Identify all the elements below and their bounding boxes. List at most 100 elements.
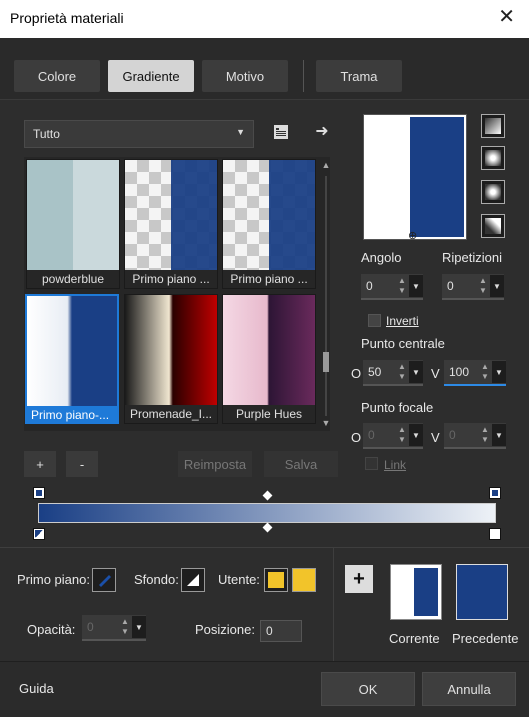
center-point-label: Punto centrale	[361, 336, 445, 351]
current-swatch[interactable]	[390, 564, 442, 620]
gallery-item-primo-piano-1[interactable]: Primo piano ...	[124, 159, 218, 289]
gallery-item-purple-hues[interactable]: Purple Hues	[222, 294, 316, 424]
chevron-down-icon: ▼	[236, 127, 245, 137]
position-value[interactable]: 0	[261, 624, 301, 638]
gallery-item-label: Primo piano ...	[230, 272, 308, 286]
chevron-down-icon[interactable]: ▼	[409, 424, 423, 446]
repeat-value: 0	[447, 279, 454, 293]
gallery-item-label: Primo piano-...	[27, 406, 117, 424]
previous-label: Precedente	[452, 631, 519, 646]
focal-point-label: Punto focale	[361, 400, 434, 415]
background-swatch[interactable]	[181, 568, 205, 592]
repeat-spinner[interactable]: 0 ▲ ▼ ▼	[442, 274, 504, 300]
spin-arrows-icon[interactable]: ▲ ▼	[478, 362, 492, 382]
position-input[interactable]: 0	[260, 620, 302, 642]
repeat-label: Ripetizioni	[442, 250, 502, 265]
focal-v-spinner[interactable]: 0 ▲ ▼ ▼	[444, 423, 506, 449]
save-button[interactable]: Salva	[264, 451, 338, 477]
chevron-down-icon[interactable]: ▼	[490, 275, 504, 297]
tab-trama[interactable]: Trama	[316, 60, 402, 92]
bottom-stop-marker-right[interactable]	[489, 528, 501, 540]
angle-spinner[interactable]: 0 ▲ ▼ ▼	[361, 274, 423, 300]
add-gradient-button[interactable]: +	[24, 451, 56, 477]
gallery-menu-icon[interactable]	[272, 124, 290, 142]
chevron-down-icon[interactable]: ▼	[409, 361, 423, 383]
arrow-right-icon[interactable]: ➜	[312, 121, 332, 141]
window-title: Proprietà materiali	[10, 10, 124, 26]
ok-button[interactable]: OK	[321, 672, 415, 706]
spin-arrows-icon[interactable]: ▲ ▼	[478, 425, 492, 445]
gradient-thumbnail	[223, 295, 315, 405]
previous-swatch[interactable]	[456, 564, 508, 620]
spin-arrows-icon[interactable]: ▲ ▼	[395, 425, 409, 445]
bottom-stop-marker-left[interactable]	[33, 528, 45, 540]
spin-arrows-icon[interactable]: ▲ ▼	[395, 362, 409, 382]
scroll-down-icon[interactable]: ▼	[320, 418, 332, 428]
category-dropdown[interactable]: Tutto ▼	[24, 120, 254, 148]
user-swatch-2[interactable]	[292, 568, 316, 592]
cancel-button[interactable]: Annulla	[422, 672, 516, 706]
gallery-item-powderblue[interactable]: powderblue	[26, 159, 120, 289]
focal-o-spinner[interactable]: 0 ▲ ▼ ▼	[363, 423, 423, 449]
tab-colore[interactable]: Colore	[14, 60, 100, 92]
gallery-item-label: Primo piano ...	[132, 272, 210, 286]
current-label: Corrente	[389, 631, 440, 646]
spin-arrows-icon[interactable]: ▲ ▼	[395, 276, 409, 296]
gradient-preview-fill	[366, 117, 464, 237]
center-o-label: O	[351, 366, 362, 381]
invert-label: Inverti	[386, 314, 419, 328]
center-v-value[interactable]: 100	[444, 365, 478, 379]
focal-o-label: O	[351, 430, 362, 445]
add-swatch-button[interactable]: +	[345, 565, 373, 593]
center-v-spinner[interactable]: 100 ▲ ▼ ▼	[444, 360, 506, 386]
link-checkbox[interactable]	[365, 457, 378, 470]
gallery-item-primo-piano-2[interactable]: Primo piano ...	[222, 159, 316, 289]
chevron-down-icon[interactable]: ▼	[409, 275, 423, 297]
angle-value: 0	[366, 279, 373, 293]
user-swatch-1[interactable]	[264, 568, 288, 592]
scroll-up-icon[interactable]: ▲	[320, 160, 332, 170]
gradient-thumbnail	[125, 160, 217, 270]
background-label: Sfondo:	[134, 572, 179, 587]
sunburst-style-icon[interactable]	[481, 214, 505, 238]
scroll-thumb[interactable]	[323, 352, 329, 372]
close-icon[interactable]: ✕	[498, 7, 515, 27]
gallery-item-label: Purple Hues	[235, 407, 303, 421]
top-stop-marker-right[interactable]	[489, 487, 501, 499]
opacity-spinner[interactable]: 0 ▲ ▼ ▼	[82, 615, 146, 641]
tab-motivo[interactable]: Motivo	[202, 60, 288, 92]
chevron-down-icon[interactable]: ▼	[492, 361, 506, 383]
crosshair-icon: ⊕	[408, 230, 418, 242]
position-label: Posizione:	[195, 622, 255, 637]
rectangular-style-icon[interactable]	[481, 146, 505, 170]
angle-label: Angolo	[361, 250, 402, 265]
focal-v-label: V	[431, 430, 440, 445]
foreground-swatch[interactable]	[92, 568, 116, 592]
gallery-item-label: powderblue	[41, 272, 105, 286]
current-swatch-fill	[394, 568, 438, 616]
reset-button[interactable]: Reimposta	[178, 451, 252, 477]
invert-checkbox[interactable]	[368, 314, 381, 327]
gallery-item-promenade[interactable]: Promenade_I...	[124, 294, 218, 424]
tab-divider	[303, 60, 304, 92]
remove-gradient-button[interactable]: -	[66, 451, 98, 477]
radial-style-icon[interactable]	[481, 180, 505, 204]
gallery-item-primo-piano-selected[interactable]: Primo piano-...	[25, 294, 119, 424]
center-o-value: 50	[368, 365, 382, 379]
top-stop-marker-left[interactable]	[33, 487, 45, 499]
gradient-bar[interactable]	[38, 503, 496, 523]
center-v-label: V	[431, 366, 440, 381]
gradient-preview[interactable]	[363, 114, 467, 240]
spin-arrows-icon[interactable]: ▲ ▼	[476, 276, 490, 296]
chevron-down-icon[interactable]: ▼	[132, 616, 146, 638]
tab-gradiente[interactable]: Gradiente	[108, 60, 194, 92]
focal-o-value: 0	[368, 428, 375, 442]
category-value: Tutto	[33, 127, 60, 141]
spin-arrows-icon[interactable]: ▲ ▼	[118, 617, 132, 637]
center-o-spinner[interactable]: 50 ▲ ▼ ▼	[363, 360, 423, 386]
linear-style-icon[interactable]	[481, 114, 505, 138]
gallery-scrollbar[interactable]: ▲ ▼	[320, 160, 332, 430]
chevron-down-icon[interactable]: ▼	[492, 424, 506, 446]
section-divider-vertical	[333, 548, 334, 661]
help-link[interactable]: Guida	[19, 681, 54, 696]
